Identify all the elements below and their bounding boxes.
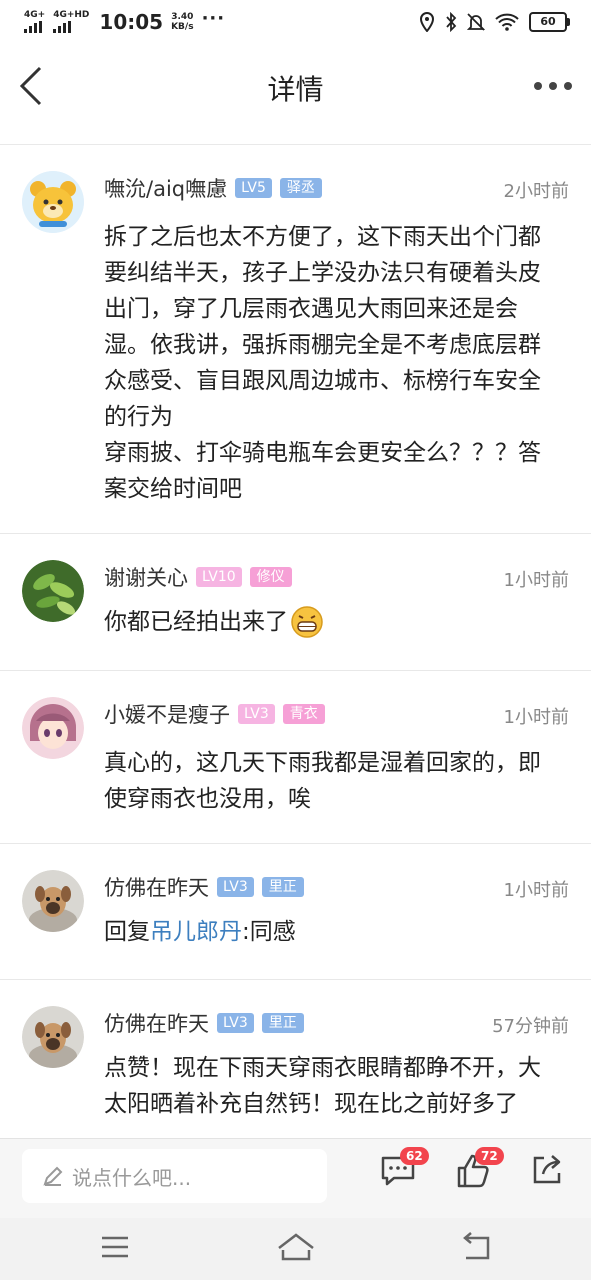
comment-meta: 嘸沇/aiq嘸慮 LV5 驿丞 (104, 173, 322, 203)
home-icon[interactable] (276, 1232, 316, 1262)
share-button[interactable] (530, 1153, 570, 1193)
comment-content: 真心的，这几天下雨我都是湿着回家的，即使穿雨衣也没用，唉 (104, 750, 541, 812)
network-indicator-1: 4G+ (24, 11, 45, 33)
username[interactable]: 仿佛在昨天 (104, 1008, 209, 1038)
avatar[interactable] (22, 870, 84, 932)
role-badge: 里正 (261, 1013, 304, 1033)
battery-indicator: 60 (529, 12, 570, 32)
comment-content: 拆了之后也太不方便了，这下雨天出个门都要纠结半天，孩子上学没办法只有硬着头皮出门… (104, 224, 541, 502)
plant-avatar-icon (22, 560, 84, 622)
wifi-icon (495, 13, 519, 31)
status-bar: 4G+ 4G+HD 10:05 3.40 KB/s ··· 60 (0, 0, 591, 44)
role-badge: 青衣 (282, 704, 325, 724)
share-icon (533, 1155, 561, 1184)
comment-item: 仿佛在昨天 LV3 里正 1小时前 回复吊儿郎丹:同感 (0, 844, 591, 980)
role-badge: 修仪 (249, 567, 292, 587)
reply-to-user-link[interactable]: 吊儿郎丹 (150, 919, 242, 945)
role-badge: 里正 (261, 877, 304, 897)
location-icon (419, 12, 435, 32)
comment-content: 你都已经拍出来了 (104, 609, 288, 635)
comment-content: 点赞！现在下雨天穿雨衣眼睛都睁不开，大太阳晒着补充自然钙！现在比之前好多了 (104, 1055, 541, 1117)
timestamp: 1小时前 (503, 880, 569, 901)
pencil-icon (43, 1166, 63, 1186)
page-title: 详情 (267, 73, 324, 106)
reply-prefix: 回复 (104, 919, 150, 945)
like-count-badge: 72 (475, 1147, 504, 1165)
timestamp: 1小时前 (503, 570, 569, 591)
username[interactable]: 仿佛在昨天 (104, 872, 209, 902)
bluetooth-icon (446, 12, 457, 32)
comment-count-button[interactable]: 62 (380, 1147, 429, 1193)
like-button[interactable]: 72 (455, 1147, 504, 1193)
comment-content-row: 回复吊儿郎丹:同感 (104, 914, 559, 950)
anime-girl-avatar-icon (22, 697, 84, 759)
level-badge: LV10 (196, 567, 242, 587)
section-divider (0, 128, 591, 145)
comment-meta: 仿佛在昨天 LV3 里正 (104, 872, 304, 902)
comment-input[interactable]: 说点什么吧... (22, 1149, 327, 1203)
level-badge: LV3 (217, 1013, 254, 1033)
timestamp: 1小时前 (503, 707, 569, 728)
menu-icon[interactable] (100, 1234, 130, 1260)
grinning-face-icon (291, 606, 323, 638)
clock: 10:05 (99, 10, 164, 34)
level-badge: LV5 (235, 178, 272, 198)
comment-item: 小媛不是瘦子 LV3 青衣 1小时前 真心的，这几天下雨我都是湿着回家的，即使穿… (0, 671, 591, 844)
back-icon[interactable] (460, 1232, 492, 1262)
level-badge: LV3 (238, 704, 275, 724)
role-badge: 驿丞 (279, 178, 322, 198)
avatar[interactable] (22, 1006, 84, 1068)
network-speed: 3.40 KB/s (171, 12, 194, 32)
more-horizontal-icon[interactable] (533, 74, 573, 98)
comment-content-row: 你都已经拍出来了 (104, 604, 559, 640)
timestamp: 57分钟前 (492, 1016, 569, 1037)
dog-avatar-icon (22, 870, 84, 932)
network-indicator-2: 4G+HD (53, 11, 89, 33)
comment-count-badge: 62 (400, 1147, 429, 1165)
comment-content: :同感 (242, 919, 296, 945)
comment-input-bar: 说点什么吧... 62 72 (0, 1138, 591, 1219)
avatar[interactable] (22, 697, 84, 759)
comment-meta: 小媛不是瘦子 LV3 青衣 (104, 699, 325, 729)
level-badge: LV3 (217, 877, 254, 897)
timestamp: 2小时前 (503, 181, 569, 202)
comment-item: 嘸沇/aiq嘸慮 LV5 驿丞 2小时前 拆了之后也太不方便了，这下雨天出个门都… (0, 145, 591, 534)
username[interactable]: 谢谢关心 (104, 562, 188, 592)
comment-item: 仿佛在昨天 LV3 里正 57分钟前 点赞！现在下雨天穿雨衣眼睛都睁不开，大太阳… (0, 980, 591, 1150)
status-more: ··· (201, 7, 226, 29)
username[interactable]: 小媛不是瘦子 (104, 699, 230, 729)
dog-avatar-icon (22, 1006, 84, 1068)
system-nav-bar (0, 1218, 591, 1280)
comment-input-placeholder: 说点什么吧... (72, 1165, 192, 1190)
comment-meta: 仿佛在昨天 LV3 里正 (104, 1008, 304, 1038)
header: 详情 (0, 44, 591, 129)
comment-list: 嘸沇/aiq嘸慮 LV5 驿丞 2小时前 拆了之后也太不方便了，这下雨天出个门都… (0, 145, 591, 1150)
username[interactable]: 嘸沇/aiq嘸慮 (104, 173, 227, 203)
mute-icon (467, 13, 485, 31)
bear-avatar-icon (22, 171, 84, 233)
comment-meta: 谢谢关心 LV10 修仪 (104, 562, 292, 592)
avatar[interactable] (22, 560, 84, 622)
avatar[interactable] (22, 171, 84, 233)
comment-item: 谢谢关心 LV10 修仪 1小时前 你都已经拍出来了 (0, 534, 591, 671)
